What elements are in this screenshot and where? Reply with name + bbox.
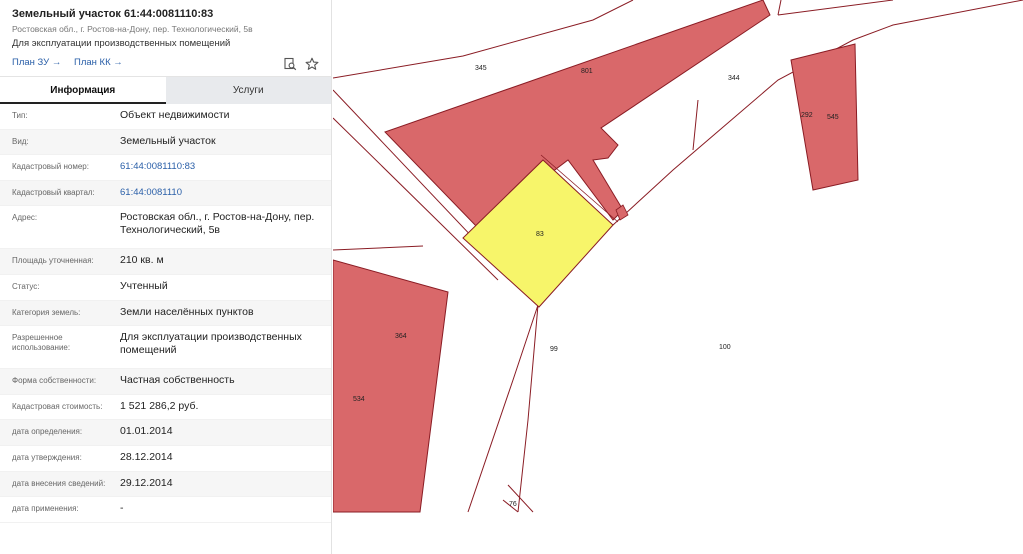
info-value: Для эксплуатации производственных помеще… (120, 331, 302, 357)
info-label: дата определения: (12, 427, 83, 437)
plan-kk-link[interactable]: План КК → (74, 57, 123, 68)
panel-header: Земельный участок 61:44:0081110:83 Росто… (0, 0, 331, 76)
info-label: дата утверждения: (12, 452, 82, 462)
label-292: 292 (801, 112, 813, 119)
parcel-address: Ростовская обл., г. Ростов-на-Дону, пер.… (12, 24, 253, 34)
label-545: 545 (827, 114, 839, 121)
info-table: Тип: Объект недвижимости Вид: Земельный … (0, 104, 331, 523)
info-panel: Земельный участок 61:44:0081110:83 Росто… (0, 0, 332, 554)
info-row-cadastral-quarter: Кадастровый квартал: 61:44:0081110 (0, 180, 331, 207)
info-value: Объект недвижимости (120, 109, 230, 121)
info-value: 1 521 286,2 руб. (120, 399, 199, 412)
info-label: Кадастровая стоимость: (12, 401, 103, 411)
info-label: Адрес: (12, 213, 38, 223)
info-value: - (120, 502, 124, 515)
parcel-purpose: Для эксплуатации производственных помеще… (12, 38, 231, 49)
info-label: Категория земель: (12, 307, 81, 317)
tab-services[interactable]: Услуги (165, 77, 331, 104)
parcel-364[interactable] (333, 259, 449, 513)
info-value: Частная собственность (120, 374, 235, 387)
map-canvas[interactable]: 345 801 344 292 545 83 364 534 99 100 76 (333, 0, 1023, 554)
info-value: Ростовская обл., г. Ростов-на-Дону, пер.… (120, 211, 315, 237)
info-value: 210 кв. м (120, 254, 164, 267)
info-value: Учтенный (120, 279, 168, 292)
info-row-land-category: Категория земель: Земли населённых пункт… (0, 300, 331, 327)
info-label: Вид: (12, 136, 29, 146)
parcel-title: Земельный участок 61:44:0081110:83 (12, 8, 214, 20)
label-364: 364 (395, 333, 407, 340)
info-value: 01.01.2014 (120, 425, 173, 438)
plan-links: План ЗУ → План КК → (12, 57, 133, 68)
header-icons (283, 57, 319, 71)
info-row-date-approved: дата утверждения: 28.12.2014 (0, 446, 331, 472)
info-row-ownership: Форма собственности: Частная собственнос… (0, 369, 331, 395)
info-label: Тип: (12, 111, 28, 120)
info-value: 28.12.2014 (120, 450, 173, 463)
label-801: 801 (581, 68, 593, 75)
info-row-date-applied: дата применения: - (0, 497, 331, 523)
info-label: Кадастровый номер: (12, 162, 89, 172)
info-row-kind: Вид: Земельный участок (0, 129, 331, 156)
star-icon[interactable] (305, 57, 319, 71)
info-row-area: Площадь уточненная: 210 кв. м (0, 249, 331, 275)
cadastral-number-link[interactable]: 61:44:0081110:83 (120, 160, 195, 173)
label-99: 99 (550, 346, 558, 353)
info-label: Разрешенное использование: (12, 333, 71, 353)
tab-bar: Информация Услуги (0, 76, 331, 104)
info-value: 29.12.2014 (120, 476, 173, 489)
info-row-address: Адрес: Ростовская обл., г. Ростов-на-Дон… (0, 206, 331, 250)
label-76: 76 (509, 501, 517, 508)
info-label: дата применения: (12, 504, 79, 514)
label-344: 344 (728, 75, 740, 82)
tab-information[interactable]: Информация (0, 77, 166, 104)
info-label: Форма собственности: (12, 376, 97, 386)
label-100: 100 (719, 344, 731, 351)
info-row-date-determined: дата определения: 01.01.2014 (0, 420, 331, 446)
label-534: 534 (353, 396, 365, 403)
info-label: Кадастровый квартал: (12, 187, 95, 197)
info-row-cadastral-value: Кадастровая стоимость: 1 521 286,2 руб. (0, 395, 331, 421)
label-345: 345 (475, 65, 487, 72)
info-label: дата внесения сведений: (12, 478, 106, 488)
info-label: Площадь уточненная: (12, 256, 94, 266)
info-row-permitted-use: Разрешенное использование: Для эксплуата… (0, 326, 331, 370)
search-map-icon[interactable] (283, 57, 297, 71)
info-row-cadastral-number: Кадастровый номер: 61:44:0081110:83 (0, 155, 331, 181)
plan-zu-link[interactable]: План ЗУ → (12, 57, 61, 68)
info-label: Статус: (12, 281, 40, 291)
label-83: 83 (536, 231, 544, 238)
info-value: Земельный участок (120, 134, 216, 147)
info-value: Земли населённых пунктов (120, 305, 254, 318)
info-row-date-entered: дата внесения сведений: 29.12.2014 (0, 471, 331, 498)
cadastral-map[interactable]: 345 801 344 292 545 83 364 534 99 100 76 (333, 0, 1023, 554)
info-row-type: Тип: Объект недвижимости (0, 104, 331, 130)
cadastral-quarter-link[interactable]: 61:44:0081110 (120, 186, 182, 199)
info-row-status: Статус: Учтенный (0, 275, 331, 301)
